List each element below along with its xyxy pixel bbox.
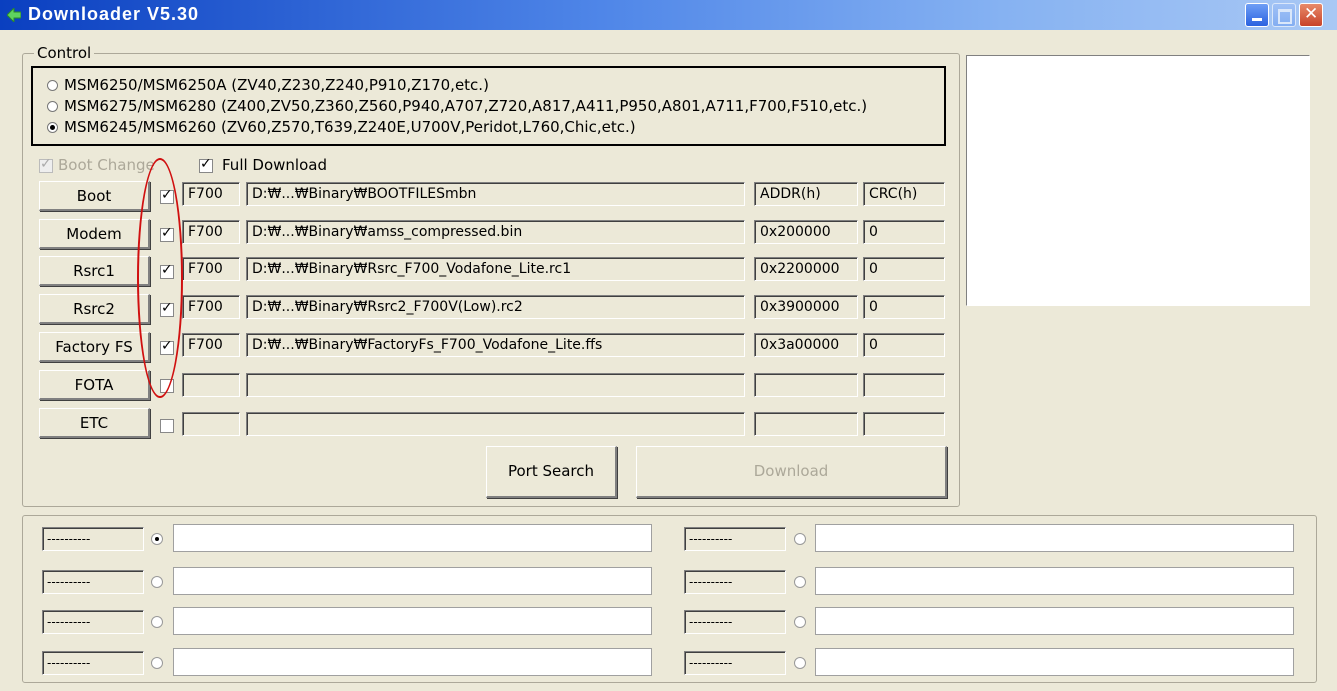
port-status — [815, 607, 1294, 635]
modem-button[interactable]: Modem — [39, 219, 150, 249]
port-status — [815, 648, 1294, 676]
boot-change-checkbox[interactable] — [39, 156, 53, 173]
factory-fs-addr-field: 0x3a00000 — [754, 333, 858, 357]
fota-addr-field — [754, 373, 858, 397]
fota-crc-field — [863, 373, 945, 397]
full-download-checkbox[interactable] — [199, 156, 213, 173]
model-option-msm6250[interactable]: MSM6250/MSM6250A (ZV40,Z230,Z240,P910,Z1… — [47, 74, 489, 96]
download-button[interactable]: Download — [636, 446, 947, 498]
rsrc1-button[interactable]: Rsrc1 — [39, 256, 150, 286]
app-arrow-icon — [7, 8, 21, 22]
boot-change-label: Boot Change — [58, 156, 155, 174]
rsrc2-button[interactable]: Rsrc2 — [39, 294, 150, 324]
fota-path-field — [246, 373, 745, 397]
port-label: ---------- — [684, 651, 786, 675]
port-radio[interactable] — [151, 533, 163, 545]
port-status — [815, 524, 1294, 552]
etc-path-field — [246, 412, 745, 436]
port-label: ---------- — [42, 527, 144, 551]
window-title: Downloader V5.30 — [28, 4, 200, 24]
port-radio[interactable] — [794, 616, 806, 628]
etc-button[interactable]: ETC — [39, 408, 150, 438]
model-option-msm6245[interactable]: MSM6245/MSM6260 (ZV60,Z570,T639,Z240E,U7… — [47, 116, 636, 138]
model-label: MSM6275/MSM6280 (Z400,ZV50,Z360,Z560,P94… — [64, 97, 868, 115]
fota-button[interactable]: FOTA — [39, 370, 150, 400]
port-label: ---------- — [684, 610, 786, 634]
minimize-button[interactable] — [1245, 3, 1269, 27]
modem-model-field: F700 — [182, 220, 240, 244]
title-bar[interactable]: Downloader V5.30 — [0, 0, 1337, 30]
etc-checkbox[interactable] — [160, 419, 174, 433]
model-label: MSM6245/MSM6260 (ZV60,Z570,T639,Z240E,U7… — [64, 118, 636, 136]
close-button[interactable] — [1299, 3, 1323, 27]
factory-fs-model-field: F700 — [182, 333, 240, 357]
port-radio[interactable] — [794, 576, 806, 588]
port-radio[interactable] — [151, 657, 163, 669]
rsrc1-crc-field: 0 — [863, 257, 945, 281]
port-label: ---------- — [42, 651, 144, 675]
addr-header-field: ADDR(h) — [754, 182, 858, 206]
etc-model-field — [182, 412, 240, 436]
factory-fs-button[interactable]: Factory FS — [39, 332, 150, 362]
model-radio[interactable] — [47, 101, 58, 112]
rsrc2-addr-field: 0x3900000 — [754, 295, 858, 319]
control-legend: Control — [34, 44, 95, 62]
rsrc2-model-field: F700 — [182, 295, 240, 319]
modem-path-field: D:₩...₩Binary₩amss_compressed.bin — [246, 220, 745, 244]
port-status — [173, 648, 652, 676]
port-radio[interactable] — [151, 616, 163, 628]
maximize-button[interactable] — [1272, 3, 1296, 27]
boot-button[interactable]: Boot — [39, 181, 150, 211]
port-search-button[interactable]: Port Search — [486, 446, 617, 498]
port-label: ---------- — [42, 610, 144, 634]
port-status — [173, 524, 652, 552]
factory-fs-path-field: D:₩...₩Binary₩FactoryFs_F700_Vodafone_Li… — [246, 333, 745, 357]
rsrc2-path-field: D:₩...₩Binary₩Rsrc2_F700V(Low).rc2 — [246, 295, 745, 319]
model-selector: MSM6250/MSM6250A (ZV40,Z230,Z240,P910,Z1… — [31, 66, 946, 146]
port-radio[interactable] — [794, 533, 806, 545]
port-label: ---------- — [684, 527, 786, 551]
log-panel — [966, 55, 1310, 306]
port-status — [173, 567, 652, 595]
crc-header-field: CRC(h) — [863, 182, 945, 206]
etc-addr-field — [754, 412, 858, 436]
port-label: ---------- — [684, 570, 786, 594]
model-radio[interactable] — [47, 80, 58, 91]
modem-crc-field: 0 — [863, 220, 945, 244]
port-radio[interactable] — [151, 576, 163, 588]
model-radio[interactable] — [47, 122, 58, 133]
model-option-msm6275[interactable]: MSM6275/MSM6280 (Z400,ZV50,Z360,Z560,P94… — [47, 95, 867, 117]
factory-fs-crc-field: 0 — [863, 333, 945, 357]
model-label: MSM6250/MSM6250A (ZV40,Z230,Z240,P910,Z1… — [64, 76, 489, 94]
fota-model-field — [182, 373, 240, 397]
boot-path-field: D:₩...₩Binary₩BOOTFILESmbn — [246, 182, 745, 206]
port-radio[interactable] — [794, 657, 806, 669]
etc-crc-field — [863, 412, 945, 436]
modem-addr-field: 0x200000 — [754, 220, 858, 244]
full-download-label: Full Download — [222, 156, 327, 174]
rsrc1-path-field: D:₩...₩Binary₩Rsrc_F700_Vodafone_Lite.rc… — [246, 257, 745, 281]
port-status — [173, 607, 652, 635]
port-status — [815, 567, 1294, 595]
rsrc1-addr-field: 0x2200000 — [754, 257, 858, 281]
boot-model-field: F700 — [182, 182, 240, 206]
annotation-oval — [137, 158, 183, 398]
port-label: ---------- — [42, 570, 144, 594]
rsrc1-model-field: F700 — [182, 257, 240, 281]
rsrc2-crc-field: 0 — [863, 295, 945, 319]
